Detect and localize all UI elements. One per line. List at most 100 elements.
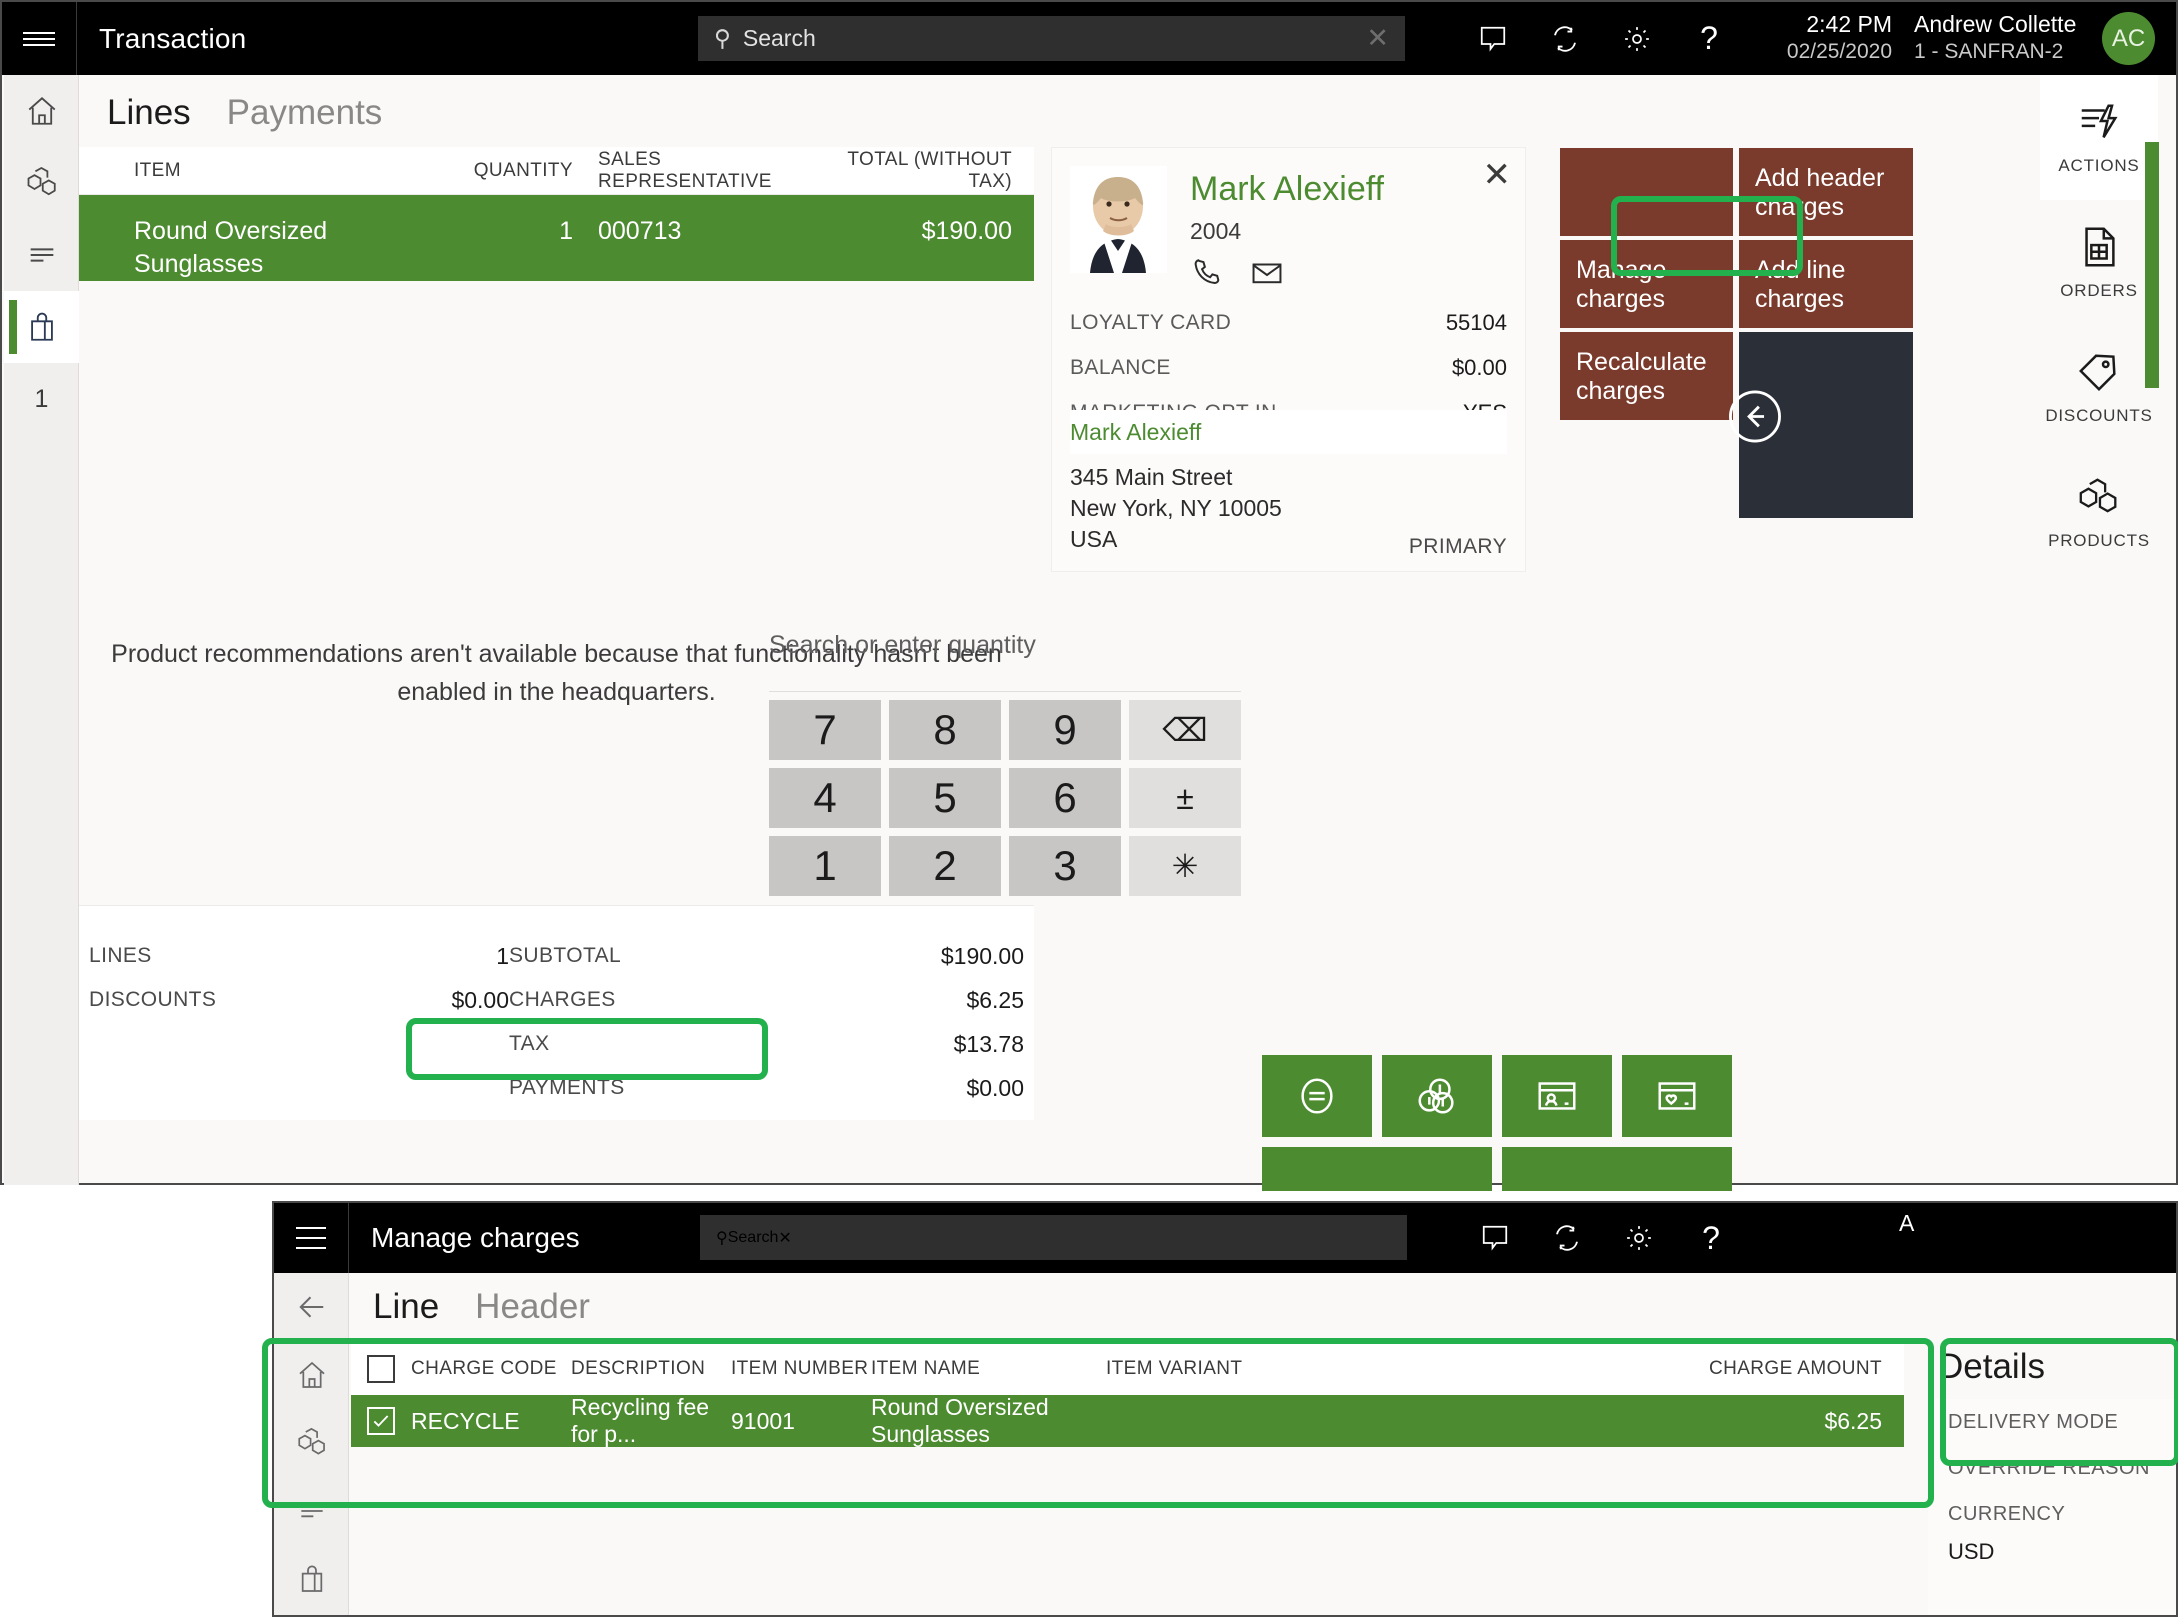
- dialog-body: Line Header CHARGE CODE DESCRIPTION ITEM…: [351, 1273, 2176, 1615]
- numpad-key-3[interactable]: 3: [1009, 836, 1121, 896]
- numpad-key-7[interactable]: 7: [769, 700, 881, 760]
- cell-item-number: 91001: [731, 1407, 795, 1434]
- cash-button[interactable]: [1382, 1055, 1492, 1137]
- dialog-search-clear-icon[interactable]: ✕: [778, 1228, 791, 1248]
- total-discounts-label: DISCOUNTS: [89, 988, 217, 1011]
- total-discounts-value: $0.00: [451, 986, 509, 1013]
- customer-card-button[interactable]: [1502, 1055, 1612, 1137]
- customer-address: 345 Main Street New York, NY 10005 USA: [1070, 462, 1282, 555]
- rail-item-discounts[interactable]: DISCOUNTS: [2040, 325, 2158, 450]
- sync-icon[interactable]: [1531, 1202, 1603, 1275]
- dialog-rail-item-journal[interactable]: [274, 1477, 349, 1545]
- numpad-plusminus-icon[interactable]: ±: [1129, 768, 1241, 828]
- manage-charges-window: Manage charges ⚲ Search ✕ ? 2:42 PM 02/2…: [272, 1201, 2178, 1617]
- gear-icon[interactable]: [1601, 2, 1673, 75]
- user-info[interactable]: Andrew Collette 1 - SANFRAN-2: [1914, 10, 2104, 65]
- dialog-back-icon[interactable]: [274, 1273, 349, 1341]
- blank-tile-top[interactable]: [1560, 148, 1733, 236]
- dialog-search-input[interactable]: ⚲ Search ✕: [700, 1215, 1407, 1260]
- table-row[interactable]: Round Oversized Sunglasses 1 000713 $190…: [79, 195, 1034, 281]
- dialog-clock: 2:42 PM 02/25/2020: [1754, 1209, 1879, 1245]
- table-row[interactable]: RECYCLE Recycling fee for p... 91001 Rou…: [351, 1394, 1904, 1447]
- numpad-key-4[interactable]: 4: [769, 768, 881, 828]
- customer-name[interactable]: Mark Alexieff: [1190, 170, 1384, 209]
- avatar[interactable]: AC: [2102, 12, 2155, 65]
- tab-payments[interactable]: Payments: [227, 93, 383, 133]
- notifications-icon[interactable]: [1457, 2, 1529, 75]
- select-all-checkbox[interactable]: [367, 1355, 395, 1383]
- rail-item-cart[interactable]: [4, 291, 79, 363]
- main-content: Lines Payments ITEM QUANTITY SALES REPRE…: [79, 75, 2174, 1191]
- numpad-key-2[interactable]: 2: [889, 836, 1001, 896]
- add-line-charges-tile[interactable]: Add line charges: [1739, 240, 1913, 328]
- add-header-charges-tile[interactable]: Add header charges: [1739, 148, 1913, 236]
- notifications-icon[interactable]: [1459, 1202, 1531, 1275]
- numpad-asterisk-icon[interactable]: ✳: [1129, 836, 1241, 896]
- row-select[interactable]: [351, 1407, 411, 1435]
- tiles-scrollbar[interactable]: [2145, 142, 2159, 388]
- detail-delivery-mode[interactable]: DELIVERY MODE: [1928, 1399, 2176, 1445]
- numpad-key-6[interactable]: 6: [1009, 768, 1121, 828]
- gear-icon[interactable]: [1603, 1202, 1675, 1275]
- payment-wide-button-2[interactable]: [1502, 1147, 1732, 1191]
- orders-icon: [2076, 224, 2122, 275]
- left-rail: 1: [4, 75, 79, 1185]
- tab-line[interactable]: Line: [373, 1287, 439, 1327]
- rail-item-products[interactable]: [4, 147, 79, 219]
- dialog-rail-item-cart[interactable]: [274, 1545, 349, 1613]
- search-clear-icon[interactable]: ✕: [1366, 25, 1389, 52]
- numpad-key-5[interactable]: 5: [889, 768, 1001, 828]
- cell-sales-rep: 000713: [598, 217, 682, 245]
- clock-time: 2:42 PM: [1806, 11, 1892, 37]
- details-panel: Details DELIVERY MODE OVERRIDE REASON CU…: [1904, 1343, 2176, 1615]
- sync-icon[interactable]: [1529, 2, 1601, 75]
- dialog-user-info[interactable]: A: [1899, 1209, 1914, 1237]
- total-subtotal-label: SUBTOTAL: [509, 944, 622, 967]
- phone-icon[interactable]: [1190, 256, 1224, 295]
- total-charges-label: CHARGES: [509, 988, 616, 1011]
- manage-charges-label: Manage charges: [1576, 256, 1667, 313]
- topbar-icons: ?: [1457, 2, 1745, 75]
- address-line-2: New York, NY 10005: [1070, 495, 1282, 521]
- tab-lines[interactable]: Lines: [107, 93, 191, 133]
- close-icon[interactable]: ✕: [1483, 158, 1512, 192]
- numpad-key-8[interactable]: 8: [889, 700, 1001, 760]
- dialog-menu-icon[interactable]: [274, 1203, 349, 1273]
- dialog-rail-item-home[interactable]: [274, 1341, 349, 1409]
- detail-currency[interactable]: CURRENCY USD: [1928, 1491, 2176, 1567]
- total-lines: LINES 1: [89, 934, 509, 978]
- search-input[interactable]: ⚲ Search ✕: [698, 16, 1405, 61]
- detail-override-reason[interactable]: OVERRIDE REASON: [1928, 1445, 2176, 1491]
- email-icon[interactable]: [1250, 256, 1284, 295]
- tab-header[interactable]: Header: [475, 1287, 590, 1327]
- clock-date: 02/25/2020: [1786, 40, 1892, 63]
- cell-charge-code: RECYCLE: [411, 1407, 520, 1434]
- totals-left: LINES 1 DISCOUNTS $0.00: [89, 934, 509, 1022]
- col-charge-code: CHARGE CODE: [411, 1358, 557, 1379]
- total-button[interactable]: [1262, 1055, 1372, 1137]
- back-tile[interactable]: [1729, 332, 1913, 518]
- manage-charges-tile[interactable]: Manage charges: [1560, 240, 1733, 328]
- rail-item-orders[interactable]: ORDERS: [2040, 200, 2158, 325]
- payment-wide-button-1[interactable]: [1262, 1147, 1492, 1191]
- rail-item-home[interactable]: [4, 75, 79, 147]
- address-owner-name: Mark Alexieff: [1070, 418, 1202, 445]
- loyalty-card-button[interactable]: [1622, 1055, 1732, 1137]
- address-line-1: 345 Main Street: [1070, 464, 1233, 490]
- quantity-label: Search or enter quantity: [769, 631, 1036, 659]
- numpad-divider: [769, 691, 1241, 692]
- help-icon[interactable]: ?: [1673, 2, 1745, 75]
- help-icon[interactable]: ?: [1675, 1202, 1747, 1275]
- numpad-key-9[interactable]: 9: [1009, 700, 1121, 760]
- rail-item-journal[interactable]: [4, 219, 79, 291]
- dialog-rail-item-products[interactable]: [274, 1409, 349, 1477]
- numpad-backspace-icon[interactable]: ⌫: [1129, 700, 1241, 760]
- charges-grid-header: CHARGE CODE DESCRIPTION ITEM NUMBER ITEM…: [351, 1343, 1904, 1395]
- row-checkbox-checked[interactable]: [367, 1407, 395, 1435]
- numpad-key-1[interactable]: 1: [769, 836, 881, 896]
- address-line-3: USA: [1070, 526, 1118, 552]
- rail-item-products[interactable]: PRODUCTS: [2040, 450, 2158, 575]
- menu-icon[interactable]: [2, 2, 77, 75]
- rail-item-actions[interactable]: ACTIONS: [2040, 75, 2158, 200]
- recalculate-charges-tile[interactable]: Recalculate charges: [1560, 332, 1733, 420]
